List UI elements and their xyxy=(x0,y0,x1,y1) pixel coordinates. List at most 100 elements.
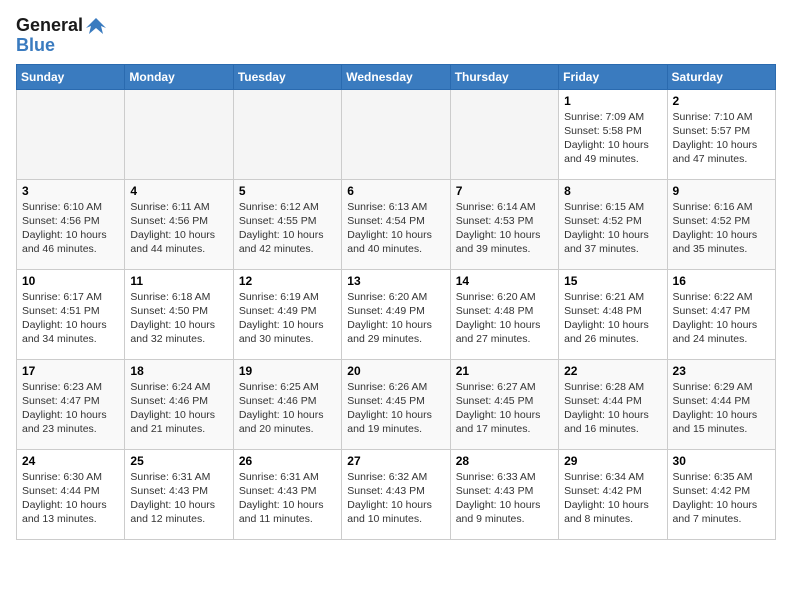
calendar-cell: 3 Sunrise: 6:10 AM Sunset: 4:56 PM Daylig… xyxy=(17,179,125,269)
day-info: Sunrise: 7:10 AM Sunset: 5:57 PM Dayligh… xyxy=(673,110,770,167)
calendar-cell: 11Sunrise: 6:18 AM Sunset: 4:50 PM Dayli… xyxy=(125,269,233,359)
calendar-cell: 1 Sunrise: 7:09 AM Sunset: 5:58 PM Daylig… xyxy=(559,89,667,179)
calendar-cell: 25 Sunrise: 6:31 AM Sunset: 4:43 PM Dayli… xyxy=(125,449,233,539)
day-number: 4 xyxy=(130,184,227,198)
day-info: Sunrise: 6:13 AM Sunset: 4:54 PM Dayligh… xyxy=(347,200,444,257)
calendar-cell: 8Sunrise: 6:15 AM Sunset: 4:52 PM Daylig… xyxy=(559,179,667,269)
day-number: 6 xyxy=(347,184,444,198)
day-number: 3 xyxy=(22,184,119,198)
day-number: 28 xyxy=(456,454,553,468)
day-number: 1 xyxy=(564,94,661,108)
day-number: 18 xyxy=(130,364,227,378)
calendar-week-row: 24 Sunrise: 6:30 AM Sunset: 4:44 PM Dayli… xyxy=(17,449,776,539)
calendar-cell xyxy=(17,89,125,179)
calendar-cell: 16 Sunrise: 6:22 AM Sunset: 4:47 PM Dayli… xyxy=(667,269,775,359)
day-info: Sunrise: 6:12 AM Sunset: 4:55 PM Dayligh… xyxy=(239,200,336,257)
calendar-cell: 4 Sunrise: 6:11 AM Sunset: 4:56 PM Daylig… xyxy=(125,179,233,269)
calendar-cell xyxy=(233,89,341,179)
day-info: Sunrise: 6:33 AM Sunset: 4:43 PM Dayligh… xyxy=(456,470,553,527)
day-info: Sunrise: 6:30 AM Sunset: 4:44 PM Dayligh… xyxy=(22,470,119,527)
calendar-cell: 12Sunrise: 6:19 AM Sunset: 4:49 PM Dayli… xyxy=(233,269,341,359)
calendar-cell xyxy=(342,89,450,179)
calendar-cell: 14 Sunrise: 6:20 AM Sunset: 4:48 PM Dayli… xyxy=(450,269,558,359)
weekday-header: Sunday xyxy=(17,64,125,89)
day-info: Sunrise: 6:11 AM Sunset: 4:56 PM Dayligh… xyxy=(130,200,227,257)
day-number: 11 xyxy=(130,274,227,288)
calendar-cell: 13 Sunrise: 6:20 AM Sunset: 4:49 PM Dayli… xyxy=(342,269,450,359)
day-info: Sunrise: 6:22 AM Sunset: 4:47 PM Dayligh… xyxy=(673,290,770,347)
page-header: General Blue xyxy=(16,16,776,56)
day-number: 21 xyxy=(456,364,553,378)
day-info: Sunrise: 6:10 AM Sunset: 4:56 PM Dayligh… xyxy=(22,200,119,257)
day-info: Sunrise: 6:15 AM Sunset: 4:52 PM Dayligh… xyxy=(564,200,661,257)
weekday-header: Wednesday xyxy=(342,64,450,89)
calendar-cell: 6 Sunrise: 6:13 AM Sunset: 4:54 PM Daylig… xyxy=(342,179,450,269)
day-info: Sunrise: 6:26 AM Sunset: 4:45 PM Dayligh… xyxy=(347,380,444,437)
day-info: Sunrise: 6:29 AM Sunset: 4:44 PM Dayligh… xyxy=(673,380,770,437)
day-info: Sunrise: 6:24 AM Sunset: 4:46 PM Dayligh… xyxy=(130,380,227,437)
calendar-cell xyxy=(125,89,233,179)
calendar-week-row: 17 Sunrise: 6:23 AM Sunset: 4:47 PM Dayli… xyxy=(17,359,776,449)
day-number: 30 xyxy=(673,454,770,468)
day-info: Sunrise: 6:31 AM Sunset: 4:43 PM Dayligh… xyxy=(239,470,336,527)
calendar-cell: 26Sunrise: 6:31 AM Sunset: 4:43 PM Dayli… xyxy=(233,449,341,539)
calendar-cell: 20 Sunrise: 6:26 AM Sunset: 4:45 PM Dayli… xyxy=(342,359,450,449)
day-number: 27 xyxy=(347,454,444,468)
day-info: Sunrise: 6:25 AM Sunset: 4:46 PM Dayligh… xyxy=(239,380,336,437)
day-info: Sunrise: 6:17 AM Sunset: 4:51 PM Dayligh… xyxy=(22,290,119,347)
day-number: 5 xyxy=(239,184,336,198)
day-number: 29 xyxy=(564,454,661,468)
calendar-cell: 28 Sunrise: 6:33 AM Sunset: 4:43 PM Dayli… xyxy=(450,449,558,539)
calendar-cell: 21 Sunrise: 6:27 AM Sunset: 4:45 PM Dayli… xyxy=(450,359,558,449)
day-info: Sunrise: 6:28 AM Sunset: 4:44 PM Dayligh… xyxy=(564,380,661,437)
day-info: Sunrise: 6:16 AM Sunset: 4:52 PM Dayligh… xyxy=(673,200,770,257)
calendar-week-row: 1 Sunrise: 7:09 AM Sunset: 5:58 PM Daylig… xyxy=(17,89,776,179)
weekday-header: Saturday xyxy=(667,64,775,89)
calendar-cell: 24 Sunrise: 6:30 AM Sunset: 4:44 PM Dayli… xyxy=(17,449,125,539)
weekday-header: Tuesday xyxy=(233,64,341,89)
calendar-cell: 30 Sunrise: 6:35 AM Sunset: 4:42 PM Dayli… xyxy=(667,449,775,539)
day-number: 20 xyxy=(347,364,444,378)
calendar-cell: 2 Sunrise: 7:10 AM Sunset: 5:57 PM Daylig… xyxy=(667,89,775,179)
day-number: 24 xyxy=(22,454,119,468)
calendar-cell: 22 Sunrise: 6:28 AM Sunset: 4:44 PM Dayli… xyxy=(559,359,667,449)
calendar-cell: 19 Sunrise: 6:25 AM Sunset: 4:46 PM Dayli… xyxy=(233,359,341,449)
calendar-cell: 9 Sunrise: 6:16 AM Sunset: 4:52 PM Daylig… xyxy=(667,179,775,269)
day-number: 13 xyxy=(347,274,444,288)
day-number: 19 xyxy=(239,364,336,378)
day-info: Sunrise: 6:20 AM Sunset: 4:49 PM Dayligh… xyxy=(347,290,444,347)
calendar-cell: 29Sunrise: 6:34 AM Sunset: 4:42 PM Dayli… xyxy=(559,449,667,539)
day-number: 25 xyxy=(130,454,227,468)
weekday-header-row: SundayMondayTuesdayWednesdayThursdayFrid… xyxy=(17,64,776,89)
weekday-header: Friday xyxy=(559,64,667,89)
calendar-cell: 10Sunrise: 6:17 AM Sunset: 4:51 PM Dayli… xyxy=(17,269,125,359)
day-info: Sunrise: 6:35 AM Sunset: 4:42 PM Dayligh… xyxy=(673,470,770,527)
calendar-cell: 27 Sunrise: 6:32 AM Sunset: 4:43 PM Dayli… xyxy=(342,449,450,539)
calendar-week-row: 10Sunrise: 6:17 AM Sunset: 4:51 PM Dayli… xyxy=(17,269,776,359)
day-number: 23 xyxy=(673,364,770,378)
day-number: 22 xyxy=(564,364,661,378)
day-number: 9 xyxy=(673,184,770,198)
day-number: 15 xyxy=(564,274,661,288)
day-info: Sunrise: 6:21 AM Sunset: 4:48 PM Dayligh… xyxy=(564,290,661,347)
calendar-week-row: 3 Sunrise: 6:10 AM Sunset: 4:56 PM Daylig… xyxy=(17,179,776,269)
calendar-cell: 5 Sunrise: 6:12 AM Sunset: 4:55 PM Daylig… xyxy=(233,179,341,269)
day-number: 14 xyxy=(456,274,553,288)
weekday-header: Thursday xyxy=(450,64,558,89)
day-info: Sunrise: 6:27 AM Sunset: 4:45 PM Dayligh… xyxy=(456,380,553,437)
day-info: Sunrise: 6:20 AM Sunset: 4:48 PM Dayligh… xyxy=(456,290,553,347)
day-number: 17 xyxy=(22,364,119,378)
day-info: Sunrise: 7:09 AM Sunset: 5:58 PM Dayligh… xyxy=(564,110,661,167)
day-info: Sunrise: 6:31 AM Sunset: 4:43 PM Dayligh… xyxy=(130,470,227,527)
day-info: Sunrise: 6:23 AM Sunset: 4:47 PM Dayligh… xyxy=(22,380,119,437)
day-info: Sunrise: 6:32 AM Sunset: 4:43 PM Dayligh… xyxy=(347,470,444,527)
day-number: 2 xyxy=(673,94,770,108)
weekday-header: Monday xyxy=(125,64,233,89)
calendar-table: SundayMondayTuesdayWednesdayThursdayFrid… xyxy=(16,64,776,540)
calendar-cell: 17 Sunrise: 6:23 AM Sunset: 4:47 PM Dayli… xyxy=(17,359,125,449)
day-number: 12 xyxy=(239,274,336,288)
calendar-cell: 7Sunrise: 6:14 AM Sunset: 4:53 PM Daylig… xyxy=(450,179,558,269)
day-number: 16 xyxy=(673,274,770,288)
calendar-cell: 15 Sunrise: 6:21 AM Sunset: 4:48 PM Dayli… xyxy=(559,269,667,359)
calendar-cell: 23 Sunrise: 6:29 AM Sunset: 4:44 PM Dayli… xyxy=(667,359,775,449)
